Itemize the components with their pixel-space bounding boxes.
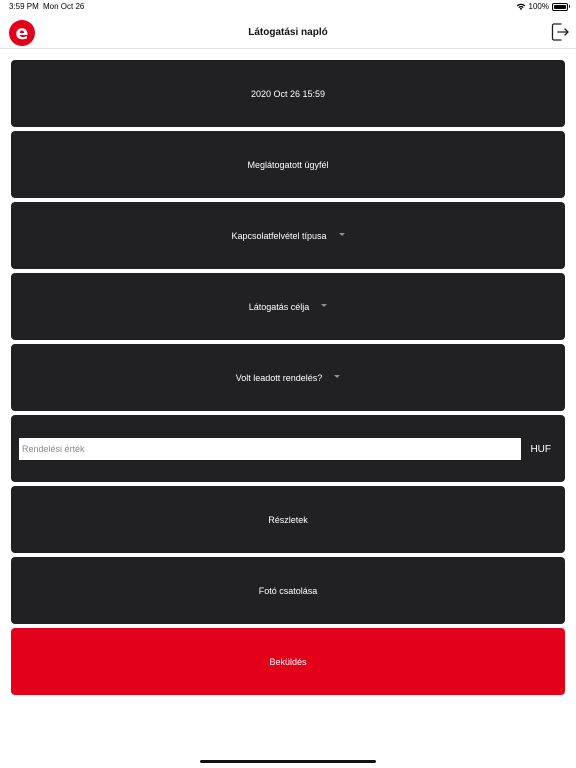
submit-button[interactable]: Beküldés (11, 628, 565, 695)
order-placed-label: Volt leadott rendelés? (235, 372, 323, 383)
submit-label: Beküldés (269, 656, 307, 667)
datetime-label: 2020 Oct 26 15:59 (250, 88, 326, 99)
page-title: Látogatási napló (248, 27, 328, 38)
order-value-input[interactable] (19, 438, 521, 460)
contact-type-label: Kapcsolatfelvétel típusa (231, 230, 327, 241)
order-placed-dropdown[interactable]: Volt leadott rendelés? (11, 344, 565, 411)
datetime-button[interactable]: 2020 Oct 26 15:59 (11, 60, 565, 127)
attach-photo-label: Fotó csatolása (258, 585, 318, 596)
client-select-label: Meglátogatott ügyfél (247, 159, 329, 170)
status-indicators: 100% (516, 2, 570, 11)
visit-log-form: 2020 Oct 26 15:59 Meglátogatott ügyfél K… (11, 60, 565, 699)
chevron-down-icon (321, 304, 328, 307)
visit-purpose-dropdown[interactable]: Látogatás célja (11, 273, 565, 340)
home-indicator[interactable] (200, 760, 376, 763)
status-bar: 3:59 PM Mon Oct 26 100% (0, 0, 576, 14)
visit-purpose-label: Látogatás célja (248, 301, 310, 312)
wifi-icon (516, 3, 525, 10)
navigation-bar: e Látogatási napló (0, 14, 576, 49)
currency-label: HUF (530, 444, 551, 455)
logout-icon[interactable] (550, 22, 570, 42)
details-button[interactable]: Részletek (11, 486, 565, 553)
attach-photo-button[interactable]: Fotó csatolása (11, 557, 565, 624)
battery-icon (552, 2, 570, 11)
battery-percentage: 100% (528, 2, 549, 11)
chevron-down-icon (334, 375, 341, 378)
client-select-button[interactable]: Meglátogatott ügyfél (11, 131, 565, 198)
status-time: 3:59 PM (9, 2, 39, 11)
contact-type-dropdown[interactable]: Kapcsolatfelvétel típusa (11, 202, 565, 269)
details-label: Részletek (268, 514, 308, 525)
status-date: Mon Oct 26 (43, 2, 85, 11)
chevron-down-icon (338, 233, 345, 236)
order-value-row: HUF (11, 415, 565, 482)
